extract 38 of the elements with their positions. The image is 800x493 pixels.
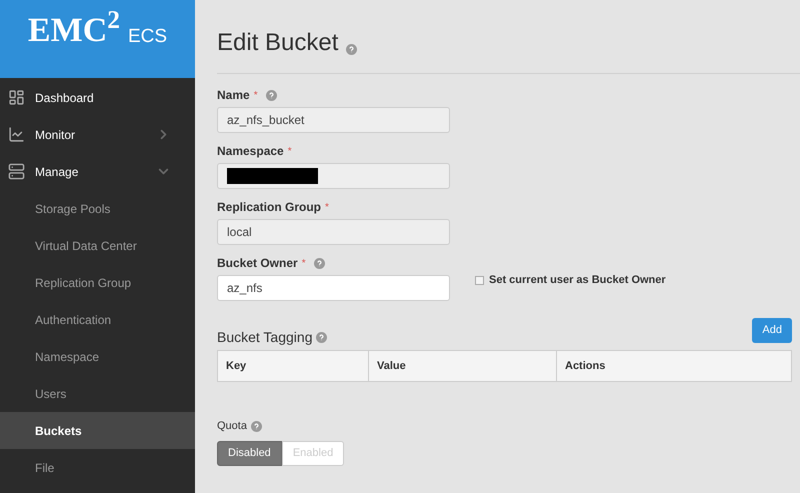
toggle-option[interactable]: Disabled — [217, 440, 282, 466]
checkbox-label: Set current user as Bucket Owner — [489, 272, 666, 288]
sidebar-item[interactable]: Users — [0, 375, 195, 412]
field-label: Replication Group — [217, 199, 322, 216]
sidebar-item[interactable]: Monitor — [0, 116, 195, 153]
help-icon[interactable] — [250, 420, 262, 432]
sidebar-item[interactable]: Namespace — [0, 338, 195, 375]
sidebar-item[interactable]: File — [0, 449, 195, 486]
help-icon[interactable] — [314, 258, 325, 268]
field-label: Name — [217, 87, 250, 104]
quota-label: Quota — [217, 419, 247, 434]
sidebar-item[interactable]: Replication Group — [0, 264, 195, 301]
sidebar-item[interactable]: Buckets — [0, 412, 195, 449]
section-title: Bucket Tagging — [217, 328, 312, 347]
sidebar-item[interactable]: Authentication — [0, 301, 195, 338]
sidebar-item[interactable]: Storage Pools — [0, 190, 195, 227]
sidebar-item[interactable]: Manage — [0, 153, 195, 190]
help-icon[interactable] — [316, 332, 328, 343]
page-title: Edit Bucket — [217, 31, 338, 55]
required-mark: * — [302, 256, 306, 270]
help-icon[interactable] — [346, 44, 358, 55]
column-header: Key — [225, 358, 248, 374]
product-name: ECS — [128, 24, 168, 49]
column-header: Value — [368, 351, 556, 381]
required-mark: * — [325, 200, 329, 214]
input-field[interactable]: az_nfs — [217, 275, 450, 301]
add-button[interactable]: Add — [752, 318, 792, 343]
required-mark: * — [288, 144, 292, 158]
server-icon — [8, 163, 25, 180]
required-mark: * — [254, 88, 258, 102]
column-header: Actions — [556, 351, 791, 381]
sidebar-item[interactable]: Dashboard — [0, 79, 195, 116]
chart-icon — [8, 126, 25, 143]
sidebar-item[interactable]: Virtual Data Center — [0, 227, 195, 264]
dashboard-icon — [8, 89, 25, 106]
field-label: Namespace — [217, 143, 284, 160]
field-label: Bucket Owner — [217, 255, 298, 272]
checkbox[interactable] — [475, 276, 484, 284]
